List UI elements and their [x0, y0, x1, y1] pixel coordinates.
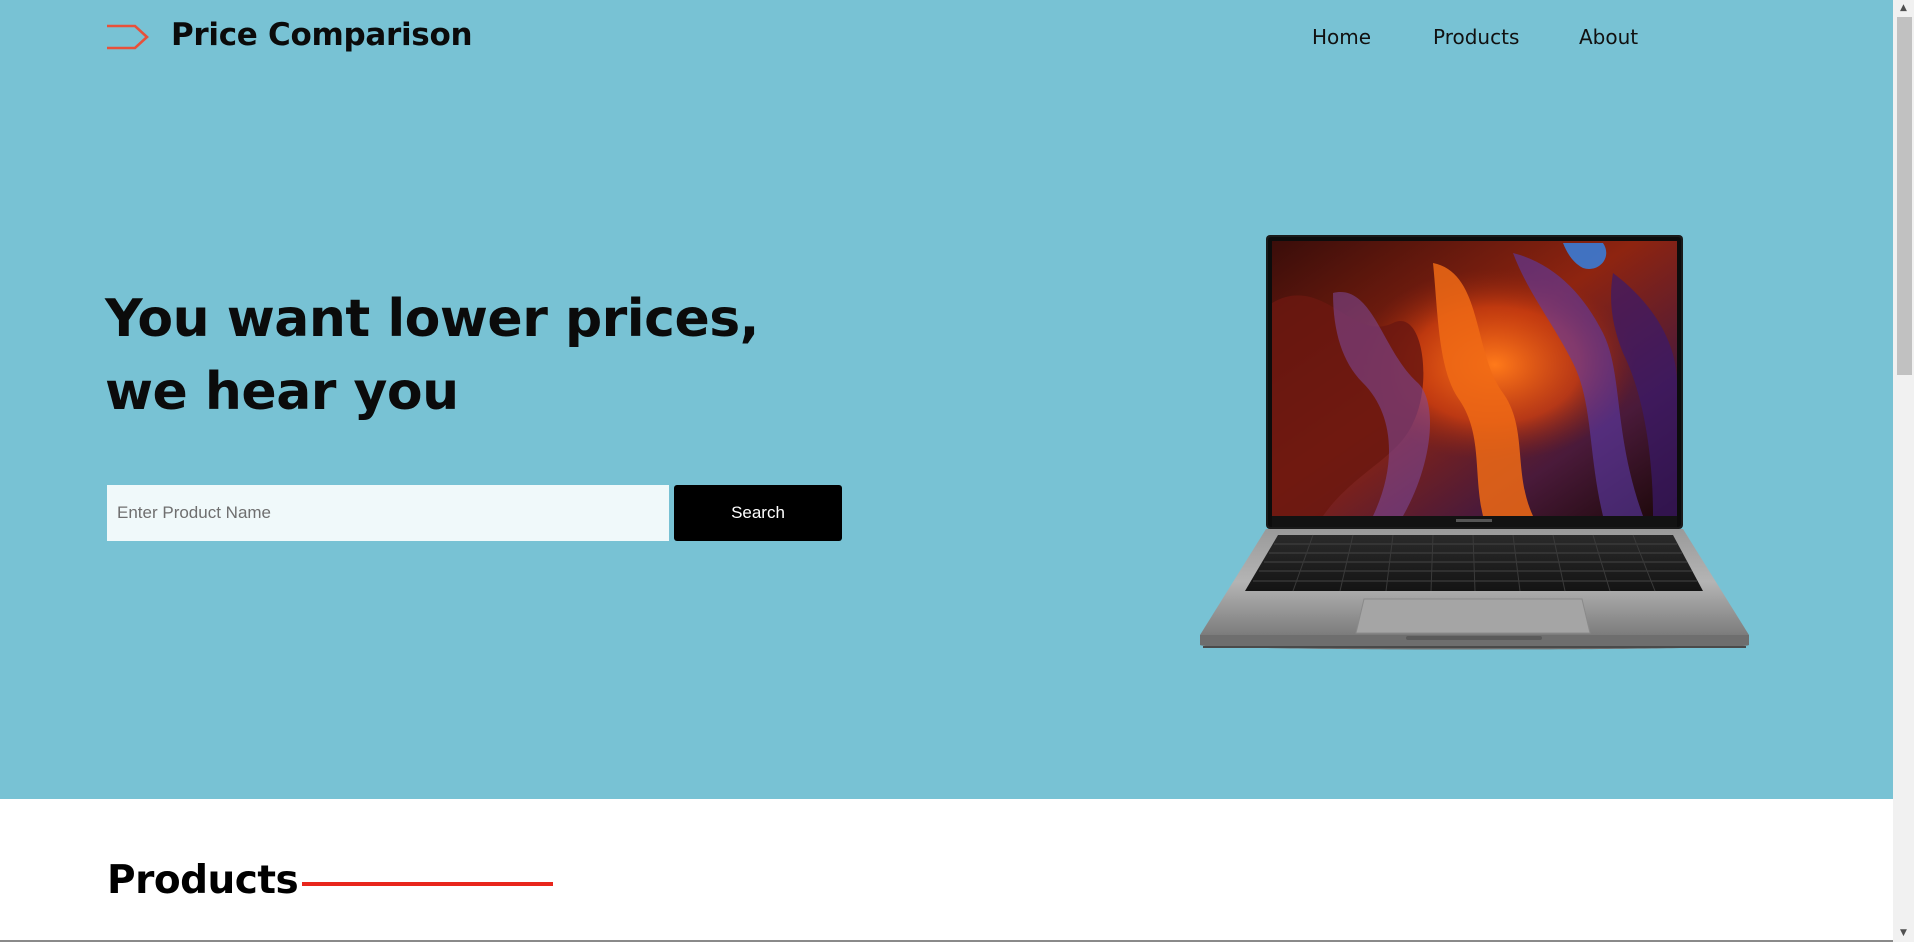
- nav-about[interactable]: About: [1579, 25, 1638, 49]
- products-heading: Products: [107, 858, 299, 903]
- brand-name[interactable]: Price Comparison: [171, 17, 473, 53]
- scroll-up-arrow-icon[interactable]: ▲: [1893, 0, 1914, 17]
- hero-headline-line1: You want lower prices,: [105, 289, 759, 349]
- hero-headline-line2: we hear you: [105, 362, 459, 422]
- scrollbar-thumb[interactable]: [1897, 17, 1912, 375]
- nav-home[interactable]: Home: [1312, 25, 1371, 49]
- hero-section: Price Comparison Home Products About You…: [0, 0, 1893, 799]
- search-button[interactable]: Search: [674, 485, 842, 541]
- page: Price Comparison Home Products About You…: [0, 0, 1893, 942]
- search-input[interactable]: [107, 485, 669, 541]
- scroll-down-arrow-icon[interactable]: ▼: [1893, 925, 1914, 942]
- nav-products[interactable]: Products: [1433, 25, 1519, 49]
- hero-headline: You want lower prices, we hear you: [105, 283, 759, 429]
- vertical-scrollbar[interactable]: ▲ ▼: [1893, 0, 1914, 942]
- products-heading-underline: [302, 882, 553, 886]
- laptop-product-image: [1200, 235, 1749, 650]
- tag-outline-icon: [107, 24, 149, 50]
